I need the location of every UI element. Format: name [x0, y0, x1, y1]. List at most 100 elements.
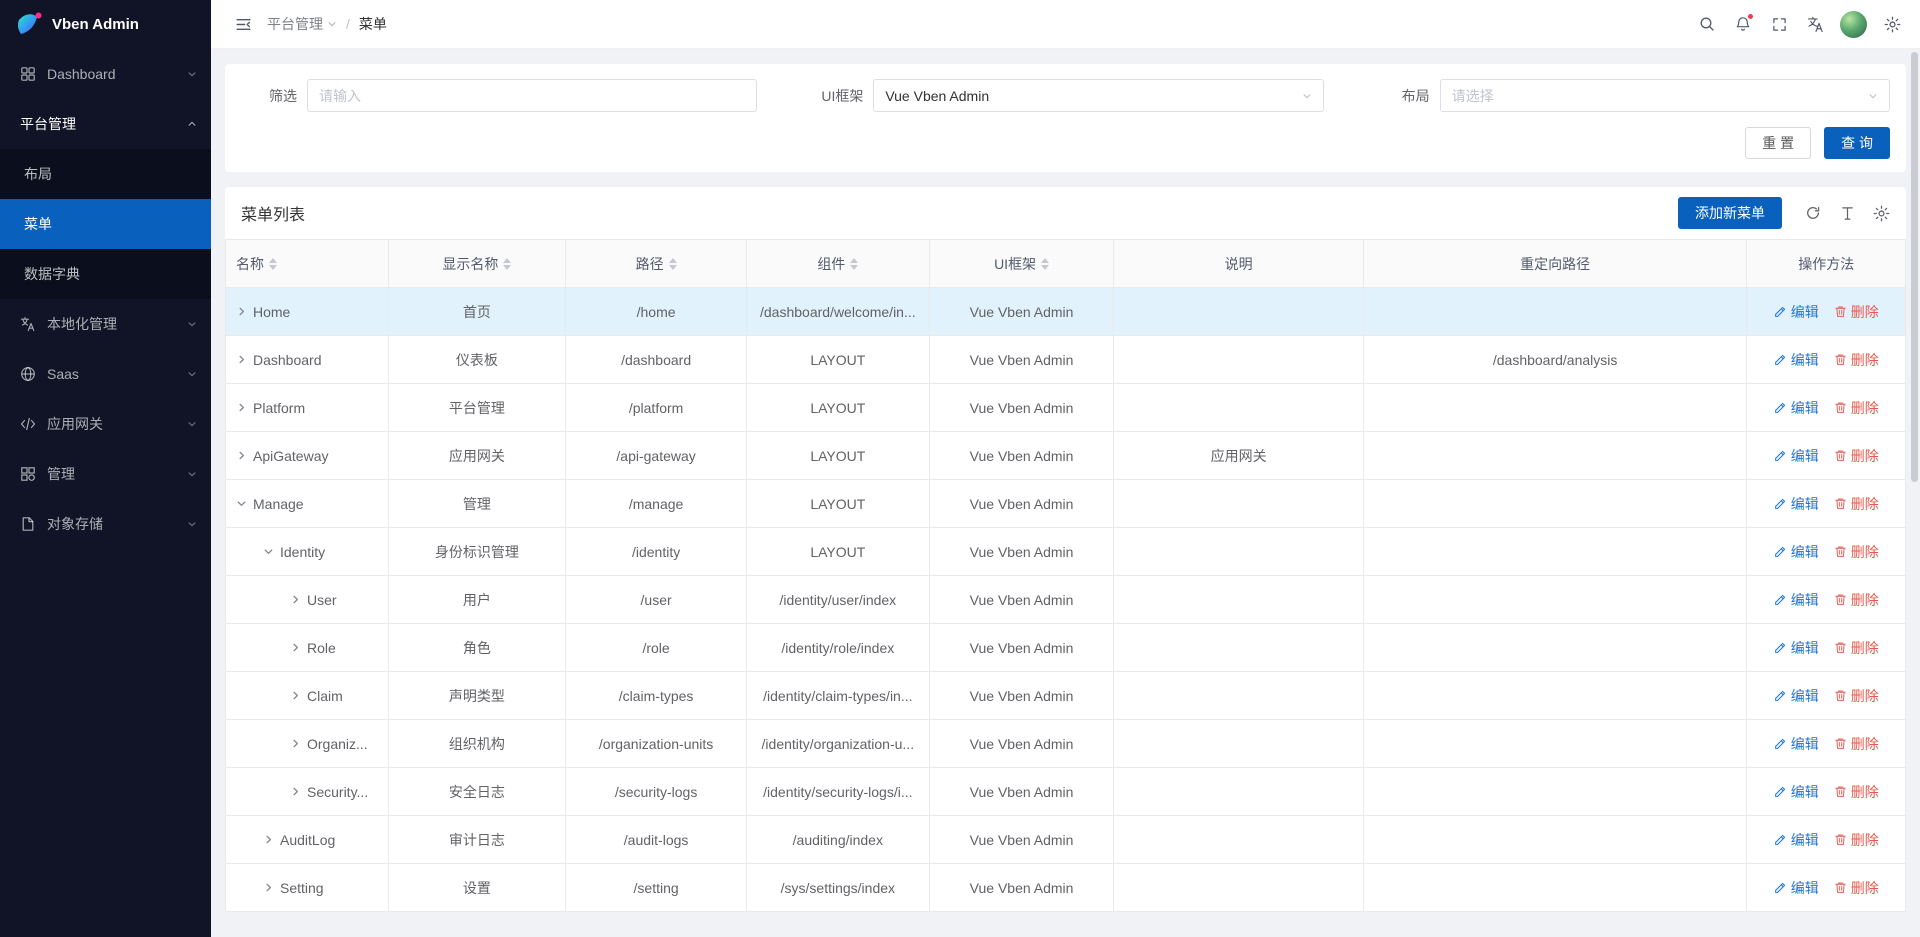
delete-button[interactable]: 删除 [1834, 350, 1879, 370]
sidebar-item[interactable]: Dashboard [0, 49, 211, 99]
sort-asc-icon[interactable] [1041, 258, 1049, 263]
sort-desc-icon[interactable] [669, 265, 677, 270]
column-header[interactable]: 名称 [226, 240, 389, 288]
expand-row-icon[interactable] [290, 594, 301, 605]
edit-button[interactable]: 编辑 [1774, 446, 1819, 466]
breadcrumb-item[interactable]: 平台管理 [267, 14, 337, 34]
scrollbar-thumb[interactable] [1911, 52, 1918, 482]
edit-button[interactable]: 编辑 [1774, 734, 1819, 754]
edit-button[interactable]: 编辑 [1774, 350, 1819, 370]
sort-icons[interactable] [503, 258, 511, 270]
reset-button[interactable]: 重 置 [1745, 127, 1811, 159]
edit-button[interactable]: 编辑 [1774, 590, 1819, 610]
app-logo[interactable]: Vben Admin [0, 0, 211, 49]
sidebar-subitem[interactable]: 数据字典 [0, 249, 211, 299]
expand-row-icon[interactable] [290, 738, 301, 749]
expand-row-icon[interactable] [236, 354, 247, 365]
edit-button[interactable]: 编辑 [1774, 638, 1819, 658]
column-settings-icon[interactable] [1872, 204, 1890, 222]
expand-row-icon[interactable] [263, 882, 274, 893]
delete-button[interactable]: 删除 [1834, 830, 1879, 850]
edit-label: 编辑 [1791, 446, 1819, 466]
fullscreen-icon[interactable] [1761, 0, 1797, 49]
sidebar-item-active[interactable]: 菜单 [0, 199, 211, 249]
sort-desc-icon[interactable] [503, 265, 511, 270]
delete-button[interactable]: 删除 [1834, 638, 1879, 658]
collapse-sidebar-icon[interactable] [225, 0, 261, 49]
delete-button[interactable]: 删除 [1834, 782, 1879, 802]
expand-row-icon[interactable] [236, 306, 247, 317]
delete-button[interactable]: 删除 [1834, 446, 1879, 466]
column-header[interactable]: UI框架 [929, 240, 1114, 288]
sidebar-item[interactable]: Saas [0, 349, 211, 399]
table-row: AuditLog审计日志/audit-logs/auditing/indexVu… [226, 816, 1906, 864]
delete-button[interactable]: 删除 [1834, 494, 1879, 514]
edit-button[interactable]: 编辑 [1774, 782, 1819, 802]
sidebar-item[interactable]: 应用网关 [0, 399, 211, 449]
sidebar-item[interactable]: 管理 [0, 449, 211, 499]
expand-row-icon[interactable] [236, 402, 247, 413]
delete-button[interactable]: 删除 [1834, 398, 1879, 418]
cell-description [1114, 672, 1363, 720]
sidebar-item[interactable]: 平台管理 [0, 99, 211, 149]
filter-select[interactable]: Vue Vben Admin [873, 79, 1323, 112]
cell-path: /claim-types [566, 672, 747, 720]
sort-icons[interactable] [669, 258, 677, 270]
query-button[interactable]: 查 询 [1824, 127, 1890, 159]
sort-desc-icon[interactable] [1041, 265, 1049, 270]
collapse-row-icon[interactable] [263, 546, 274, 557]
sort-asc-icon[interactable] [269, 258, 277, 263]
filter-select[interactable]: 请选择 [1440, 79, 1890, 112]
table-toolbar-actions: 添加新菜单 [1678, 197, 1890, 229]
edit-button[interactable]: 编辑 [1774, 302, 1819, 322]
settings-icon[interactable] [1874, 0, 1910, 49]
breadcrumb-item[interactable]: 菜单 [359, 14, 387, 34]
search-icon[interactable] [1689, 0, 1725, 49]
notification-icon[interactable] [1725, 0, 1761, 49]
table-row: ApiGateway应用网关/api-gatewayLAYOUTVue Vben… [226, 432, 1906, 480]
edit-button[interactable]: 编辑 [1774, 686, 1819, 706]
edit-button[interactable]: 编辑 [1774, 878, 1819, 898]
translate-icon[interactable] [1797, 0, 1833, 49]
sort-icons[interactable] [269, 258, 277, 270]
avatar[interactable] [1840, 11, 1867, 38]
sort-icons[interactable] [1041, 258, 1049, 270]
sidebar-item[interactable]: 对象存储 [0, 499, 211, 549]
filter-input[interactable] [307, 79, 757, 112]
edit-button[interactable]: 编辑 [1774, 830, 1819, 850]
sidebar-subitem[interactable]: 布局 [0, 149, 211, 199]
delete-button[interactable]: 删除 [1834, 734, 1879, 754]
delete-button[interactable]: 删除 [1834, 686, 1879, 706]
delete-button[interactable]: 删除 [1834, 590, 1879, 610]
sidebar-item-label: 对象存储 [47, 514, 187, 534]
sidebar-item[interactable]: 本地化管理 [0, 299, 211, 349]
sort-asc-icon[interactable] [850, 258, 858, 263]
sort-icons[interactable] [850, 258, 858, 270]
delete-button[interactable]: 删除 [1834, 302, 1879, 322]
sort-asc-icon[interactable] [669, 258, 677, 263]
expand-row-icon[interactable] [290, 642, 301, 653]
delete-button[interactable]: 删除 [1834, 542, 1879, 562]
cell-actions: 编辑删除 [1747, 576, 1906, 624]
column-header[interactable]: 组件 [746, 240, 929, 288]
cell-description [1114, 576, 1363, 624]
import-icon[interactable] [1838, 204, 1856, 222]
vertical-scrollbar[interactable] [1911, 52, 1918, 932]
column-header[interactable]: 显示名称 [388, 240, 566, 288]
column-header[interactable]: 路径 [566, 240, 747, 288]
row-name: Organiz... [307, 736, 368, 752]
sort-asc-icon[interactable] [503, 258, 511, 263]
expand-row-icon[interactable] [290, 690, 301, 701]
refresh-icon[interactable] [1804, 204, 1822, 222]
edit-button[interactable]: 编辑 [1774, 398, 1819, 418]
edit-button[interactable]: 编辑 [1774, 494, 1819, 514]
add-menu-button[interactable]: 添加新菜单 [1678, 197, 1782, 229]
expand-row-icon[interactable] [263, 834, 274, 845]
sort-desc-icon[interactable] [850, 265, 858, 270]
delete-button[interactable]: 删除 [1834, 878, 1879, 898]
edit-button[interactable]: 编辑 [1774, 542, 1819, 562]
expand-row-icon[interactable] [290, 786, 301, 797]
collapse-row-icon[interactable] [236, 498, 247, 509]
sort-desc-icon[interactable] [269, 265, 277, 270]
expand-row-icon[interactable] [236, 450, 247, 461]
